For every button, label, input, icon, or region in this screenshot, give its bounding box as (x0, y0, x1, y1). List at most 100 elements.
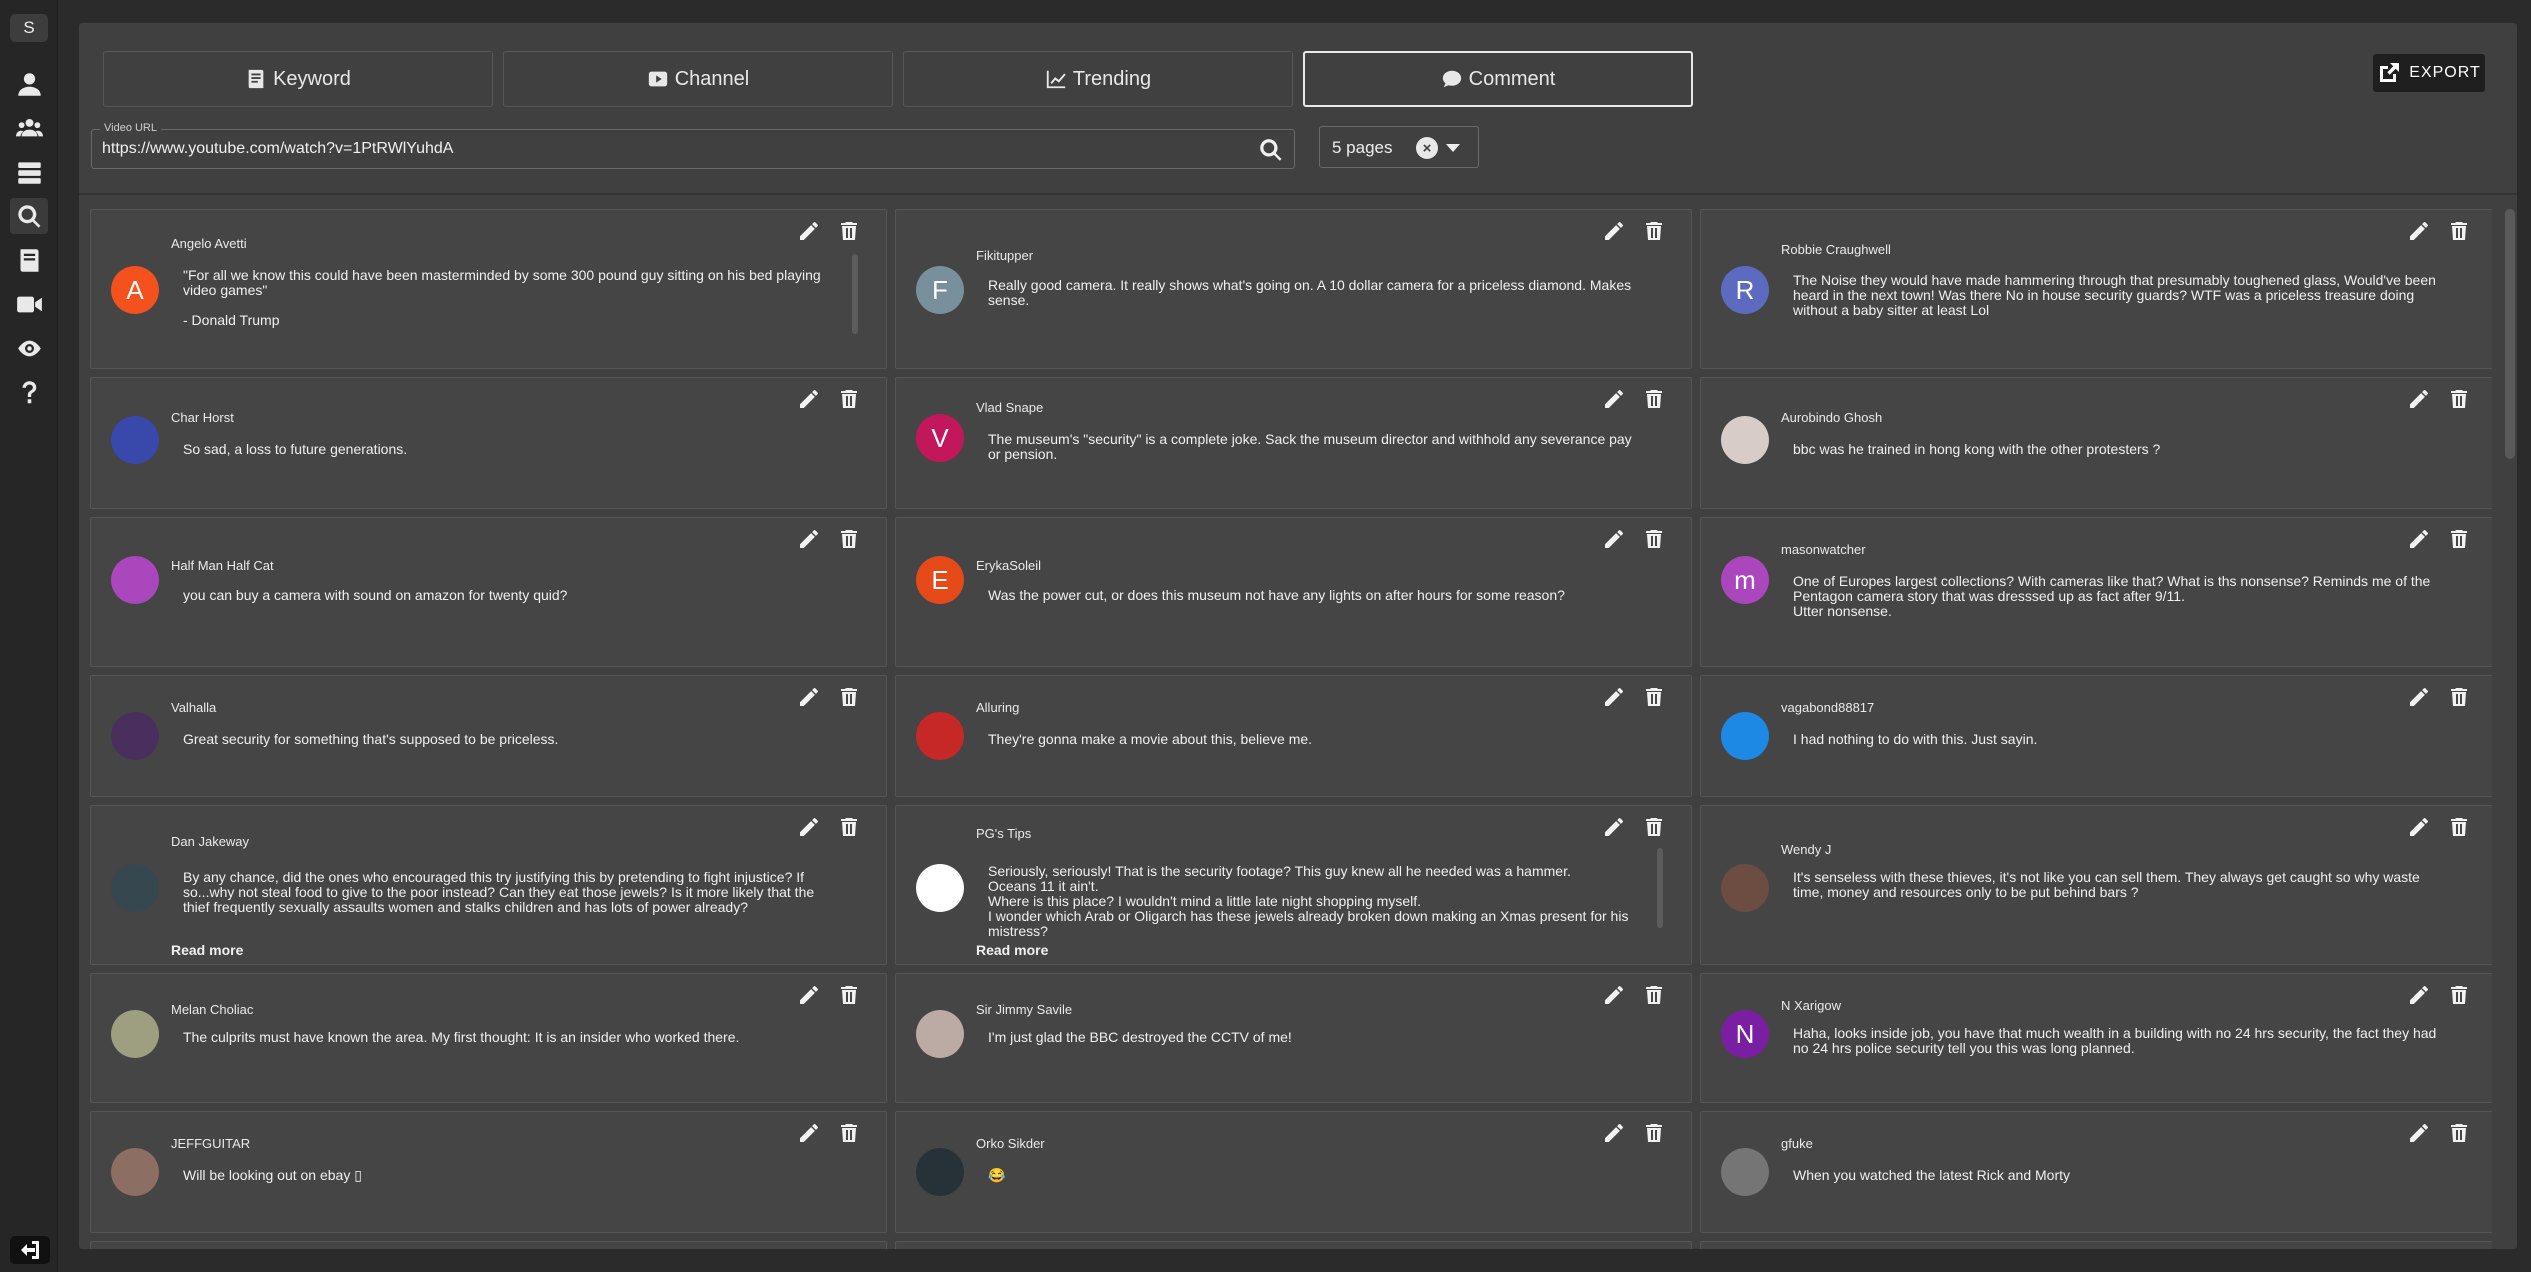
delete-icon[interactable] (836, 982, 862, 1008)
avatar (111, 1148, 159, 1196)
comment-card: JEFFGUITAR Will be looking out on ebay ▯ (90, 1111, 887, 1233)
list-icon[interactable] (10, 154, 48, 190)
delete-icon[interactable] (2446, 526, 2472, 552)
comment-author: Half Man Half Cat (171, 558, 274, 573)
avatar (111, 864, 159, 912)
delete-icon[interactable] (2446, 218, 2472, 244)
edit-icon[interactable] (1601, 1120, 1627, 1146)
comment-text: I had nothing to do with this. Just sayi… (1793, 731, 2038, 747)
comment-card: Orko Sikder 😂 (895, 1111, 1692, 1233)
comment-card: PG's Tips Seriously, seriously! That is t… (895, 805, 1692, 965)
user-icon[interactable] (10, 66, 48, 102)
tab-keyword[interactable]: Keyword (103, 51, 493, 107)
delete-icon[interactable] (1641, 982, 1667, 1008)
edit-icon[interactable] (1601, 814, 1627, 840)
edit-icon[interactable] (2406, 814, 2432, 840)
divider (79, 193, 2517, 195)
comment-card (90, 1241, 887, 1249)
edit-icon[interactable] (796, 684, 822, 710)
comment-author: Aurobindo Ghosh (1781, 410, 1883, 425)
comment-text: When you watched the latest Rick and Mor… (1793, 1167, 2071, 1183)
delete-icon[interactable] (836, 684, 862, 710)
tab-comment[interactable]: Comment (1303, 51, 1693, 107)
url-search-icon[interactable] (1258, 137, 1284, 163)
video-icon[interactable] (10, 286, 48, 322)
tab-trending[interactable]: Trending (903, 51, 1293, 107)
avatar: E (916, 556, 964, 604)
read-more-link[interactable]: Read more (976, 942, 1048, 958)
edit-icon[interactable] (2406, 386, 2432, 412)
user-avatar[interactable]: S (10, 14, 48, 42)
tab-channel-label: Channel (674, 67, 750, 90)
delete-icon[interactable] (836, 218, 862, 244)
read-more-link[interactable]: Read more (171, 942, 243, 958)
edit-icon[interactable] (1601, 684, 1627, 710)
edit-icon[interactable] (1601, 982, 1627, 1008)
delete-icon[interactable] (1641, 386, 1667, 412)
comment-author: Orko Sikder (976, 1136, 1045, 1151)
help-icon[interactable] (10, 374, 48, 410)
logout-button[interactable] (10, 1236, 50, 1264)
delete-icon[interactable] (836, 814, 862, 840)
export-label: EXPORT (2409, 64, 2481, 81)
delete-icon[interactable] (1641, 218, 1667, 244)
edit-icon[interactable] (2406, 982, 2432, 1008)
comment-text: The museum's "security" is a complete jo… (988, 431, 1632, 462)
edit-icon[interactable] (1601, 386, 1627, 412)
delete-icon[interactable] (1641, 1120, 1667, 1146)
comment-author: Alluring (976, 700, 1020, 715)
edit-icon[interactable] (796, 218, 822, 244)
edit-icon[interactable] (796, 982, 822, 1008)
book-icon[interactable] (10, 242, 48, 278)
comment-card: R Robbie Craughwell The Noise they would h… (1700, 209, 2492, 369)
chevron-down-icon[interactable] (1446, 144, 1460, 152)
delete-icon[interactable] (836, 386, 862, 412)
delete-icon[interactable] (2446, 814, 2472, 840)
edit-icon[interactable] (2406, 218, 2432, 244)
card-actions (1601, 1120, 1667, 1146)
video-url-input[interactable] (102, 130, 1242, 168)
edit-icon[interactable] (2406, 1120, 2432, 1146)
delete-icon[interactable] (2446, 1120, 2472, 1146)
delete-icon[interactable] (2446, 982, 2472, 1008)
export-icon (2380, 63, 2400, 82)
edit-icon[interactable] (796, 814, 822, 840)
page-scrollbar[interactable] (2505, 209, 2515, 459)
delete-icon[interactable] (1641, 526, 1667, 552)
youtube-icon (648, 71, 667, 87)
comment-author: JEFFGUITAR (171, 1136, 251, 1151)
delete-icon[interactable] (1641, 814, 1667, 840)
keyword-icon (248, 69, 264, 89)
edit-icon[interactable] (1601, 218, 1627, 244)
edit-icon[interactable] (796, 526, 822, 552)
avatar: F (916, 266, 964, 314)
edit-icon[interactable] (1601, 526, 1627, 552)
tab-comment-label: Comment (1468, 67, 1556, 90)
comment-text: Will be looking out on ebay ▯ (183, 1167, 362, 1183)
delete-icon[interactable] (836, 1120, 862, 1146)
search-icon[interactable] (10, 198, 48, 234)
delete-icon[interactable] (836, 526, 862, 552)
clear-icon[interactable]: × (1416, 137, 1438, 159)
tab-channel[interactable]: Channel (503, 51, 893, 107)
comment-scrollbar[interactable] (1657, 848, 1663, 928)
eye-icon[interactable] (10, 330, 48, 366)
avatar: A (111, 266, 159, 314)
avatar (111, 1010, 159, 1058)
delete-icon[interactable] (1641, 684, 1667, 710)
group-icon[interactable] (10, 110, 48, 146)
card-actions (796, 684, 862, 710)
card-actions (1601, 386, 1667, 412)
edit-icon[interactable] (2406, 526, 2432, 552)
delete-icon[interactable] (2446, 684, 2472, 710)
comment-card: Valhalla Great security for something tha… (90, 675, 887, 797)
edit-icon[interactable] (2406, 684, 2432, 710)
export-button[interactable]: EXPORT (2373, 54, 2485, 92)
avatar (916, 864, 964, 912)
edit-icon[interactable] (796, 1120, 822, 1146)
comment-scrollbar[interactable] (852, 254, 858, 334)
edit-icon[interactable] (796, 386, 822, 412)
delete-icon[interactable] (2446, 386, 2472, 412)
card-actions (2406, 218, 2472, 244)
pages-select[interactable]: 5 pages × (1319, 126, 1479, 168)
